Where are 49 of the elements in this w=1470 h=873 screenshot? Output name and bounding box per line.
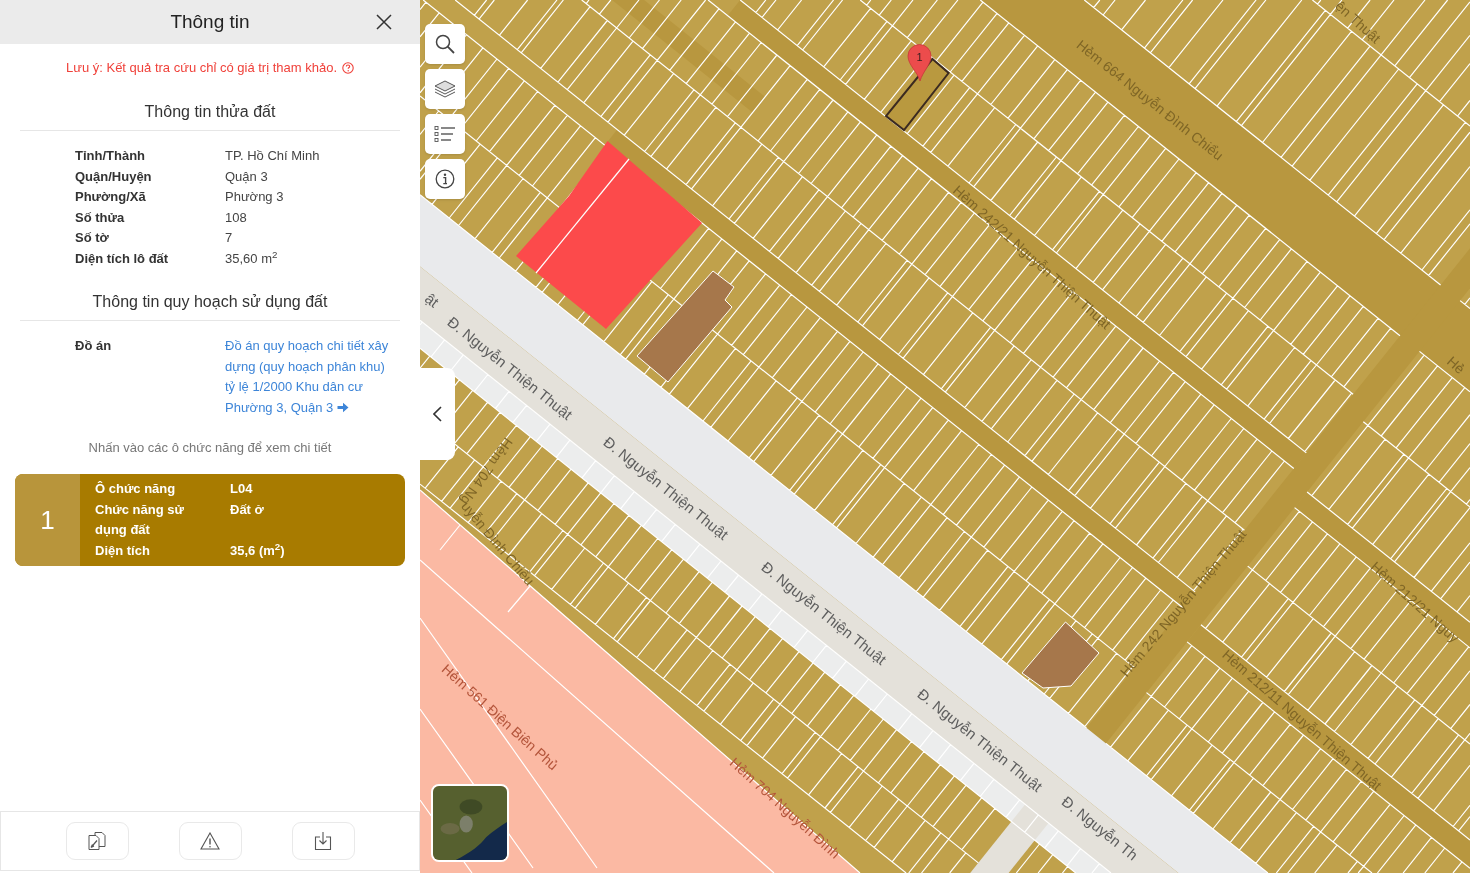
- map-marker[interactable]: 1: [907, 44, 932, 82]
- chevron-left-icon: [433, 406, 442, 422]
- street-label: Hẻ: [1444, 353, 1468, 377]
- legend-button[interactable]: [425, 114, 465, 154]
- field-value: 7: [225, 229, 233, 247]
- close-icon: [376, 14, 392, 30]
- notice-text: Lưu ý: Kết quả tra cứu chỉ có giá trị tham khảo.: [65, 59, 337, 77]
- field-value: TP. Hồ Chí Minh: [225, 147, 320, 165]
- zone-field-label: Ô chức năng: [95, 480, 176, 498]
- field-label: Số tờ: [75, 229, 109, 247]
- zone-field-label: Chức năng sử dụng đất: [95, 500, 185, 539]
- section-heading: Thông tin thửa đất: [143, 102, 277, 122]
- zone-field-value: 35,6 (m$^{2}$): [230, 540, 285, 560]
- zone-number: 1: [40, 505, 55, 535]
- arrow-right-icon: [336, 401, 349, 413]
- download-button[interactable]: [291, 822, 355, 860]
- zone-field-value: Đất ở: [230, 500, 264, 519]
- zone-card[interactable]: 1 Ô chức năng L04 Chức năng sử dụng đất Đất ở Diện tích 35,6 (m$^{2}$): [15, 474, 405, 566]
- report-button[interactable]: [178, 822, 242, 860]
- search-icon: [435, 34, 455, 54]
- download-icon: [314, 831, 332, 851]
- plan-link[interactable]: Đồ án quy hoạch chi tiết xây dựng (quy hoạch phân khu) tỷ lệ 1/2000 Khu dân cư Phường 3, Quận 3: [225, 336, 397, 418]
- field-value: 108: [225, 208, 247, 227]
- field-label: Số thửa: [75, 208, 125, 227]
- section-heading: Thông tin quy hoạch sử dụng đất: [91, 292, 329, 312]
- info-button[interactable]: [425, 159, 465, 199]
- hint-text: Nhấn vào các ô chức năng để xem chi tiết: [87, 439, 333, 457]
- field-value: 35,60 m$^{2}$: [225, 248, 278, 268]
- zone-field-value: L04: [230, 480, 253, 498]
- document-button[interactable]: [65, 822, 129, 860]
- list-icon: [434, 125, 456, 143]
- warning-icon: [200, 832, 220, 850]
- field-value: Phường 3: [225, 188, 284, 206]
- field-label: Diện tích lô đất: [75, 249, 169, 268]
- help-icon[interactable]: [342, 62, 354, 74]
- panel-title: Thông tin: [170, 10, 250, 34]
- field-value: Quận 3: [225, 167, 268, 186]
- info-icon: [435, 169, 455, 189]
- field-label: Phường/Xã: [75, 188, 146, 206]
- search-button[interactable]: [425, 24, 465, 64]
- zone-field-label: Diện tích: [95, 541, 150, 560]
- field-label: Tỉnh/Thành: [75, 147, 146, 165]
- satellite-photo-placeholder[interactable]: [431, 784, 509, 862]
- document-edit-icon: [87, 831, 107, 851]
- layers-button[interactable]: [425, 69, 465, 109]
- field-label: Đồ án: [75, 337, 112, 355]
- layers-icon: [434, 80, 456, 98]
- field-label: Quận/Huyện: [75, 167, 152, 186]
- street-label: ật: [421, 289, 443, 311]
